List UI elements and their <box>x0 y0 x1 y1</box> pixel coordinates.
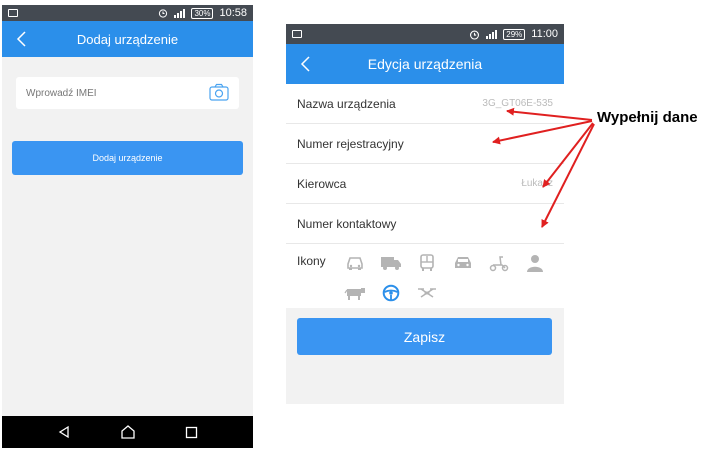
annotation-label: Wypełnij dane <box>597 109 698 126</box>
arrow-to-device-name <box>506 107 593 121</box>
arrow-to-registration-number <box>492 120 593 145</box>
arrow-to-contact-number <box>541 123 595 228</box>
annotation-arrows <box>492 107 595 228</box>
